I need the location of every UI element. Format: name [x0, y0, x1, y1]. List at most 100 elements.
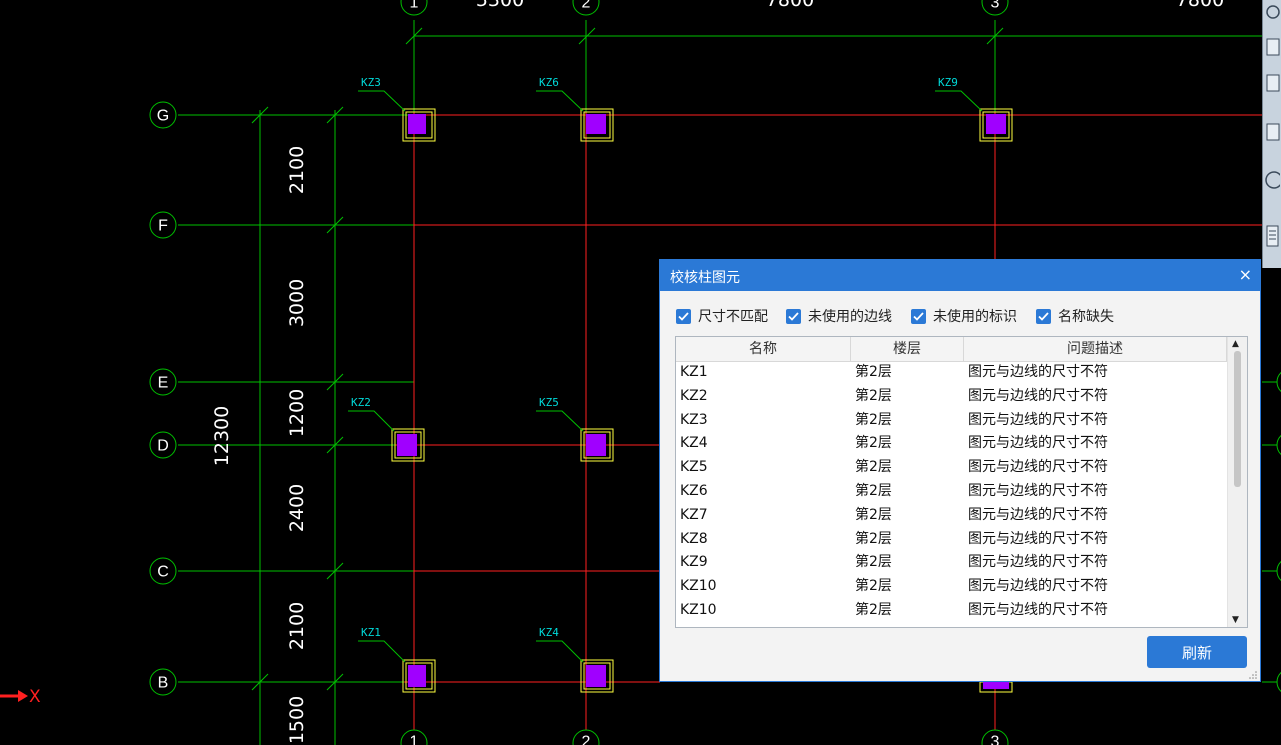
- axis-bubble-top-3[interactable]: 3: [981, 0, 1009, 16]
- close-icon[interactable]: ×: [1239, 265, 1252, 284]
- filter-label: 名称缺失: [1058, 309, 1114, 325]
- axis-bubble-partial: [1276, 371, 1281, 393]
- orbit-icon[interactable]: [1265, 166, 1280, 196]
- cell-name: KZ9: [680, 554, 708, 571]
- zoom-icon[interactable]: [1265, 2, 1280, 32]
- column-KZ9[interactable]: [979, 108, 1013, 142]
- axis-bubble-bottom-2[interactable]: 2: [572, 729, 600, 745]
- axis-bubble-top-2[interactable]: 2: [572, 0, 600, 16]
- scrollbar-thumb[interactable]: [1234, 351, 1241, 487]
- plan-view-icon[interactable]: [1265, 70, 1280, 100]
- list-view-icon[interactable]: [1265, 222, 1280, 252]
- cell-issue: 图元与边线的尺寸不符: [968, 411, 1108, 428]
- axis-bubble-partial: [1276, 560, 1281, 582]
- cell-floor: 第2层: [855, 435, 892, 452]
- dialog-titlebar[interactable]: 校核柱图元 ×: [660, 260, 1260, 291]
- cell-floor: 第2层: [855, 554, 892, 571]
- checkbox-checked-icon: [911, 308, 926, 324]
- filter-label: 未使用的标识: [933, 309, 1017, 325]
- cell-issue: 图元与边线的尺寸不符: [968, 435, 1108, 452]
- refresh-button[interactable]: 刷新: [1147, 636, 1247, 668]
- dimension-text: 3000: [286, 279, 308, 327]
- axis-bubble-D[interactable]: D: [149, 431, 177, 459]
- checkbox-checked-icon: [676, 308, 691, 324]
- resize-grip-icon[interactable]: [1248, 669, 1258, 679]
- cell-floor: 第2层: [855, 411, 892, 428]
- axis-label-2-bottom: 2: [582, 734, 591, 745]
- table-row[interactable]: KZ3 第2层 图元与边线的尺寸不符: [676, 409, 1229, 433]
- table-row[interactable]: KZ6 第2层 图元与边线的尺寸不符: [676, 480, 1229, 504]
- table-header: 名称 楼层 问题描述: [676, 337, 1229, 362]
- cell-name: KZ7: [680, 506, 708, 523]
- axis-label-D: D: [157, 438, 169, 455]
- axis-label-F: F: [158, 218, 168, 235]
- dimension-text: 7800: [766, 0, 814, 11]
- right-edge-lines: [1262, 381, 1281, 683]
- column-KZ3[interactable]: [402, 108, 436, 142]
- cell-name: KZ6: [680, 482, 708, 499]
- axis-bubble-partial: [1276, 671, 1281, 693]
- table-row[interactable]: KZ9 第2层 图元与边线的尺寸不符: [676, 551, 1229, 575]
- filter-size-mismatch-checkbox[interactable]: 尺寸不匹配: [676, 307, 768, 325]
- table-row[interactable]: KZ5 第2层 图元与边线的尺寸不符: [676, 456, 1229, 480]
- table-scrollbar[interactable]: ▲ ▼: [1227, 337, 1247, 627]
- cell-issue: 图元与边线的尺寸不符: [968, 530, 1108, 547]
- table-row[interactable]: KZ10 第2层 图元与边线的尺寸不符: [676, 575, 1229, 599]
- ucs-x-label: X: [29, 687, 41, 707]
- box-view-icon[interactable]: [1265, 118, 1280, 148]
- filter-unused-edge-checkbox[interactable]: 未使用的边线: [786, 307, 892, 325]
- column-header-floor[interactable]: 楼层: [851, 337, 964, 361]
- filter-unused-mark-checkbox[interactable]: 未使用的标识: [911, 307, 1017, 325]
- axis-label-3-bottom: 3: [991, 734, 1000, 745]
- column-header-name[interactable]: 名称: [676, 337, 851, 361]
- axis-bubble-B[interactable]: B: [149, 668, 177, 696]
- table-row[interactable]: KZ10 第2层 图元与边线的尺寸不符: [676, 599, 1229, 623]
- column-tag: KZ1: [361, 626, 381, 639]
- table-row[interactable]: KZ1 第2层 图元与边线的尺寸不符: [676, 361, 1229, 385]
- axis-bubble-F[interactable]: F: [149, 211, 177, 239]
- scroll-up-icon[interactable]: ▲: [1232, 339, 1239, 349]
- cell-name: KZ2: [680, 387, 708, 404]
- cell-floor: 第2层: [855, 601, 892, 618]
- axis-bubble-top-1[interactable]: 1: [400, 0, 428, 16]
- table-row[interactable]: KZ2 第2层 图元与边线的尺寸不符: [676, 385, 1229, 409]
- cell-issue: 图元与边线的尺寸不符: [968, 482, 1108, 499]
- axis-bubble-C[interactable]: C: [149, 557, 177, 585]
- table-row[interactable]: KZ8 第2层 图元与边线的尺寸不符: [676, 528, 1229, 552]
- table-row[interactable]: KZ7 第2层 图元与边线的尺寸不符: [676, 504, 1229, 528]
- dialog-title: 校核柱图元: [670, 270, 740, 286]
- checkbox-checked-icon: [1036, 308, 1051, 324]
- column-tag: KZ2: [351, 396, 371, 409]
- dimension-text: 2400: [286, 484, 308, 532]
- dimension-text: 2100: [286, 146, 308, 194]
- axis-bubble-E[interactable]: E: [149, 368, 177, 396]
- column-tag: KZ5: [539, 396, 559, 409]
- column-partial-3B[interactable]: [979, 681, 1013, 693]
- filter-label: 尺寸不匹配: [698, 309, 768, 325]
- axis-bubble-bottom-3[interactable]: 3: [981, 729, 1009, 745]
- cell-issue: 图元与边线的尺寸不符: [968, 554, 1108, 571]
- column-tag: KZ6: [539, 76, 559, 89]
- dimension-text: 1200: [286, 389, 308, 437]
- dimension-text: 1500: [286, 696, 308, 744]
- table-row[interactable]: KZ4 第2层 图元与边线的尺寸不符: [676, 432, 1229, 456]
- filter-label: 未使用的边线: [808, 309, 892, 325]
- cell-issue: 图元与边线的尺寸不符: [968, 364, 1108, 380]
- cell-floor: 第2层: [855, 530, 892, 547]
- cell-name: KZ1: [680, 364, 708, 380]
- cell-name: KZ8: [680, 530, 708, 547]
- cell-floor: 第2层: [855, 578, 892, 595]
- axis-label-1-bottom: 1: [410, 734, 419, 745]
- scroll-down-icon[interactable]: ▼: [1232, 615, 1239, 625]
- axis-label-3: 3: [991, 0, 1000, 12]
- cell-floor: 第2层: [855, 482, 892, 499]
- column-tag: KZ4: [539, 626, 559, 639]
- cell-floor: 第2层: [855, 459, 892, 476]
- top-view-icon[interactable]: [1265, 34, 1280, 64]
- axis-bubble-G[interactable]: G: [149, 101, 177, 129]
- column-header-issue[interactable]: 问题描述: [964, 337, 1227, 361]
- cell-issue: 图元与边线的尺寸不符: [968, 506, 1108, 523]
- axis-bubble-bottom-1[interactable]: 1: [400, 729, 428, 745]
- column-KZ1[interactable]: [402, 659, 436, 693]
- filter-name-missing-checkbox[interactable]: 名称缺失: [1036, 307, 1114, 325]
